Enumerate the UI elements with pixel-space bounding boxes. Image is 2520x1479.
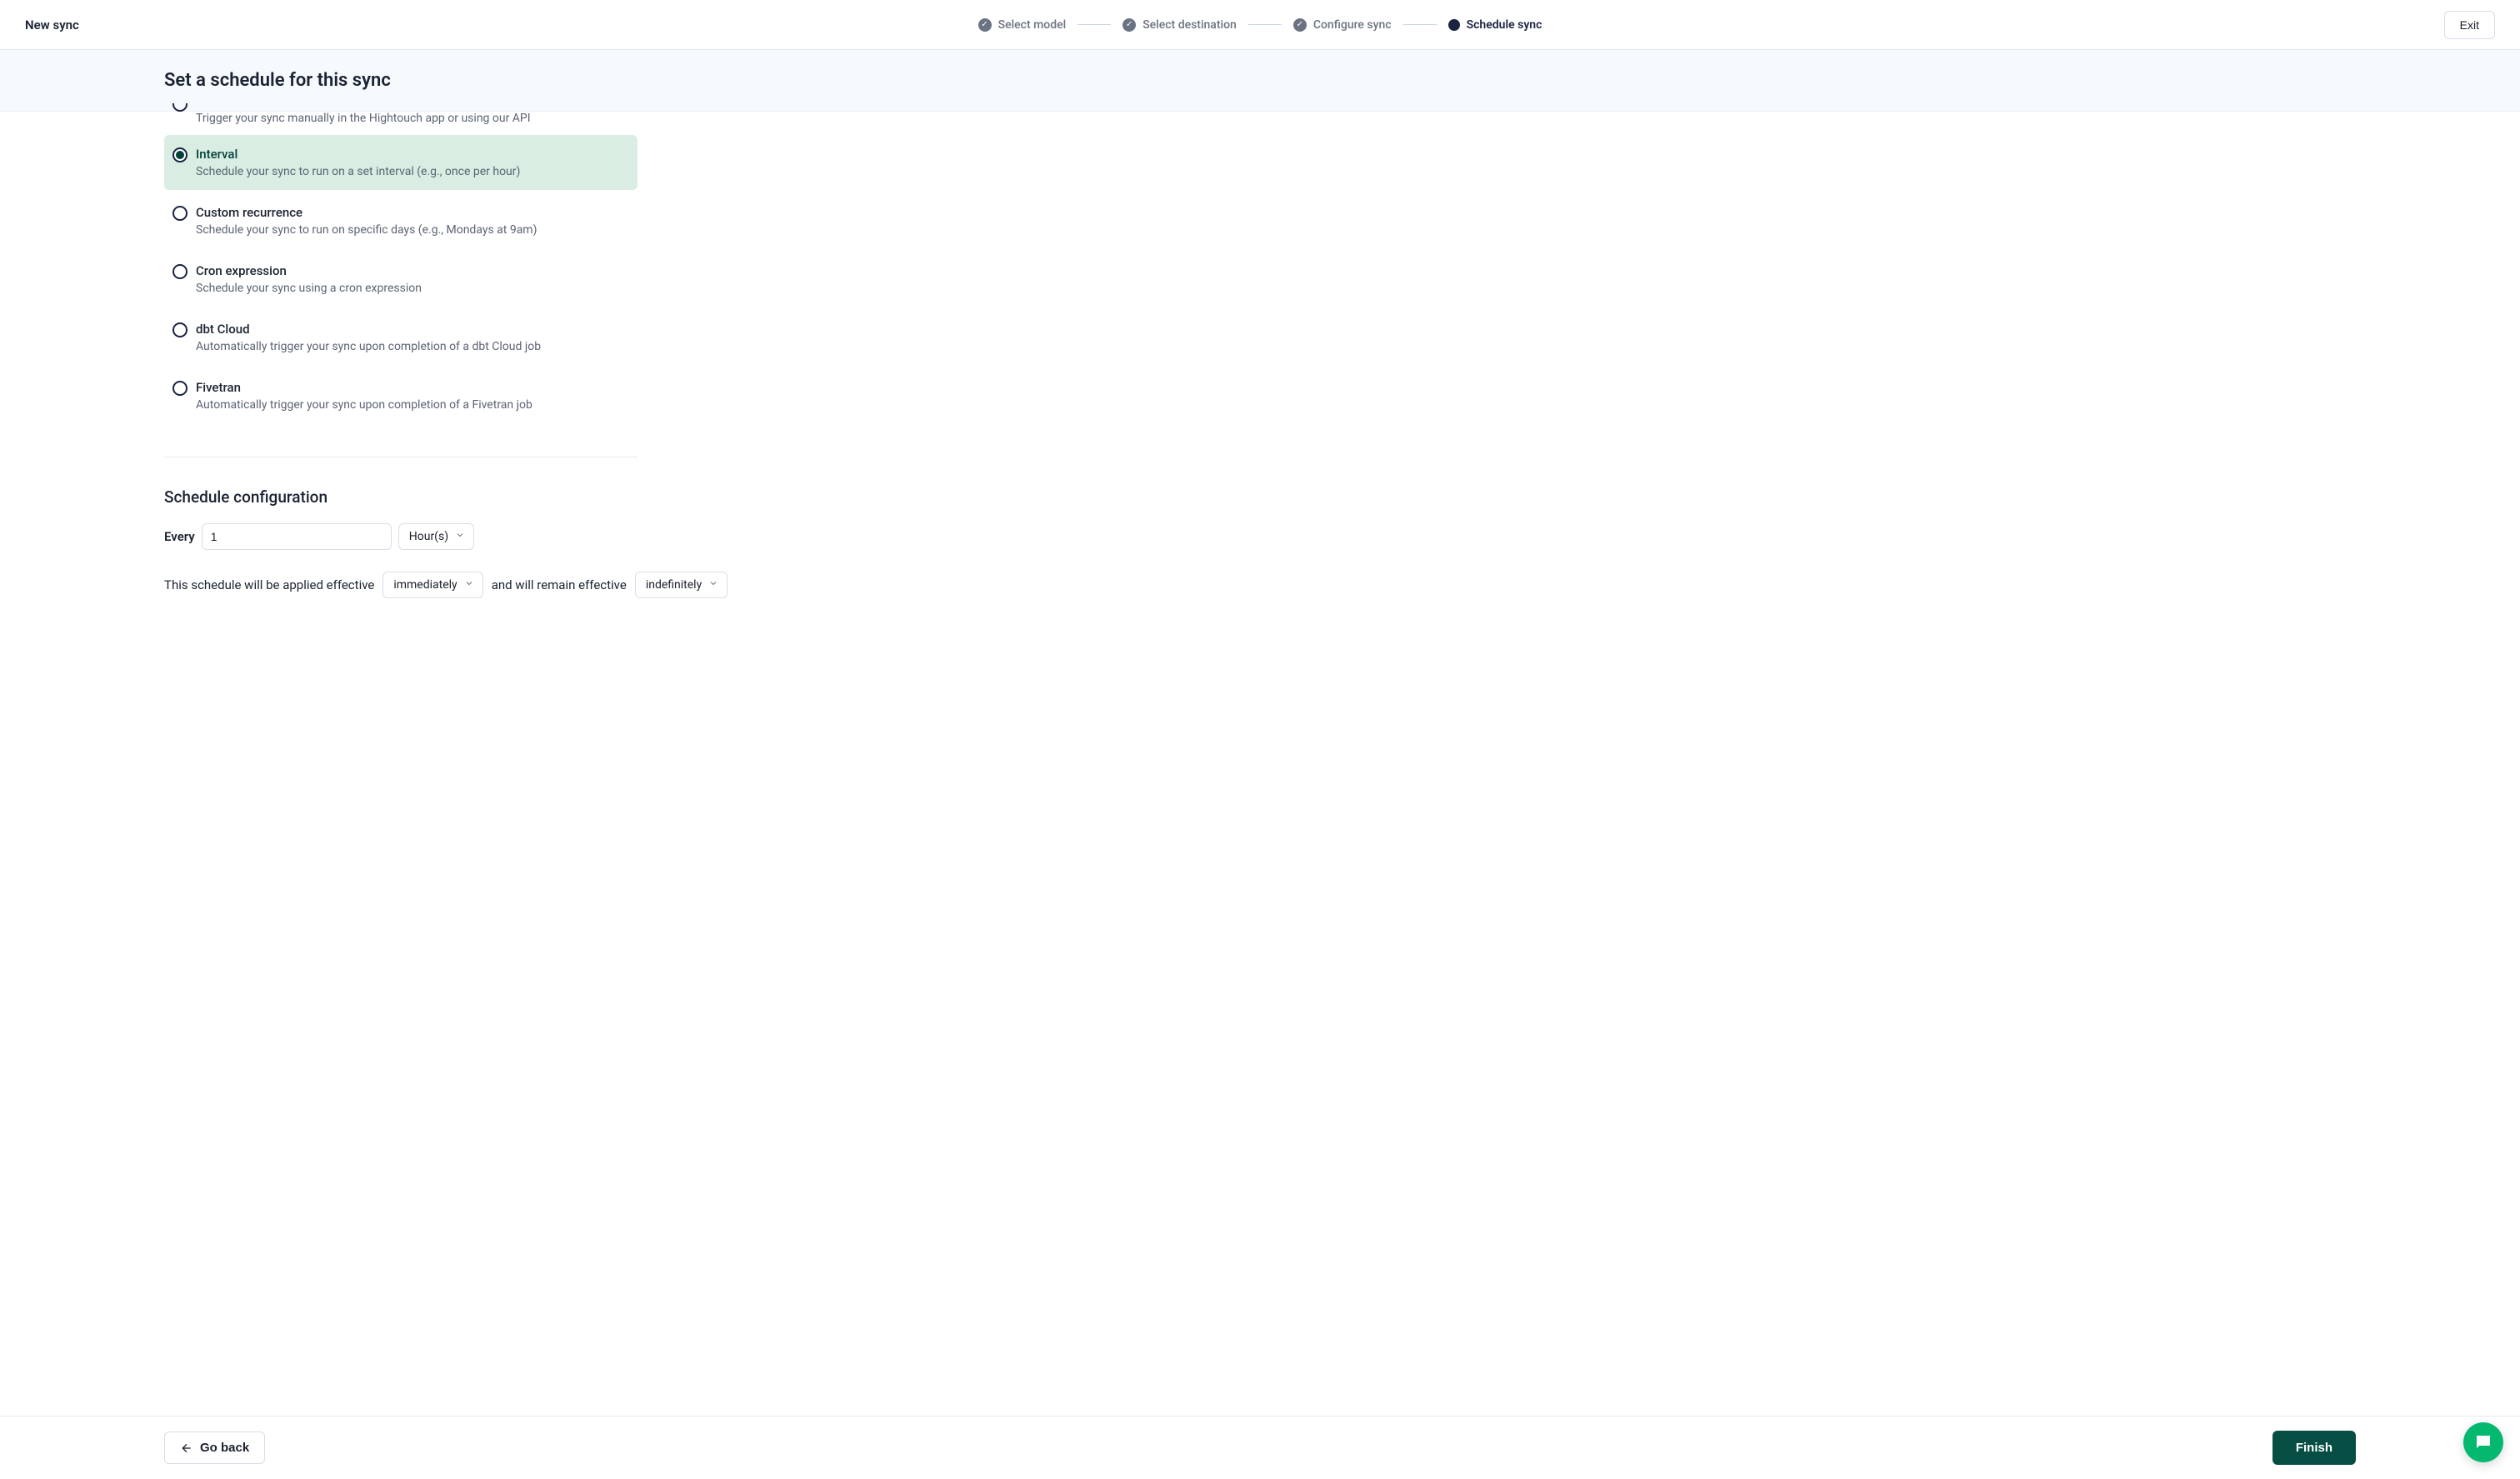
header-bar: New sync ✓ Select model ✓ Select destina… <box>0 0 2520 50</box>
schedule-type-options: Trigger your sync manually in the Highto… <box>164 112 638 423</box>
radio-icon <box>172 147 188 162</box>
chevron-down-icon <box>708 578 718 592</box>
schedule-option-custom-recurrence[interactable]: Custom recurrence Schedule your sync to … <box>164 193 638 248</box>
step-label: Select destination <box>1142 18 1237 32</box>
sentence-text: This schedule will be applied effective <box>164 577 374 592</box>
option-desc: Trigger your sync manually in the Highto… <box>196 112 629 125</box>
step-select-model: ✓ Select model <box>978 18 1067 32</box>
footer-bar: Go back Finish <box>0 1416 2520 1479</box>
effective-end-select[interactable]: indefinitely <box>635 572 728 598</box>
go-back-button[interactable]: Go back <box>164 1432 265 1464</box>
option-desc: Automatically trigger your sync upon com… <box>196 340 629 353</box>
check-icon: ✓ <box>1122 18 1136 32</box>
schedule-option-interval[interactable]: Interval Schedule your sync to run on a … <box>164 135 638 190</box>
option-title: dbt Cloud <box>196 322 629 337</box>
check-icon: ✓ <box>978 18 992 32</box>
option-desc: Automatically trigger your sync upon com… <box>196 398 629 412</box>
chat-icon <box>2473 1432 2493 1452</box>
arrow-left-icon <box>180 1442 193 1455</box>
dot-icon <box>1448 19 1460 31</box>
step-connector <box>1248 24 1282 25</box>
select-value: Hour(s) <box>409 530 448 543</box>
interval-unit-select[interactable]: Hour(s) <box>398 523 474 550</box>
page-heading: Set a schedule for this sync <box>164 70 2520 91</box>
sentence-text: and will remain effective <box>492 577 627 592</box>
option-title: Cron expression <box>196 263 629 278</box>
step-label: Schedule sync <box>1467 18 1542 32</box>
schedule-option-cron[interactable]: Cron expression Schedule your sync using… <box>164 252 638 307</box>
option-desc: Schedule your sync to run on a set inter… <box>196 165 629 178</box>
option-title: Interval <box>196 147 629 162</box>
option-desc: Schedule your sync to run on specific da… <box>196 223 629 237</box>
radio-icon <box>172 381 188 396</box>
radio-icon <box>172 322 188 337</box>
page-title: New sync <box>25 17 292 32</box>
go-back-label: Go back <box>200 1441 249 1455</box>
option-desc: Schedule your sync using a cron expressi… <box>196 282 629 295</box>
step-connector <box>1403 24 1437 25</box>
step-select-destination: ✓ Select destination <box>1122 18 1237 32</box>
step-connector <box>1078 24 1111 25</box>
schedule-option-fivetran[interactable]: Fivetran Automatically trigger your sync… <box>164 368 638 423</box>
option-title: Fivetran <box>196 380 629 395</box>
step-configure-sync: ✓ Configure sync <box>1293 18 1392 32</box>
step-label: Select model <box>998 18 1067 32</box>
radio-icon <box>172 264 188 279</box>
schedule-option-dbt-cloud[interactable]: dbt Cloud Automatically trigger your syn… <box>164 310 638 365</box>
select-value: immediately <box>393 578 457 592</box>
option-title: Custom recurrence <box>196 205 629 220</box>
chevron-down-icon <box>455 530 465 543</box>
wizard-steps: ✓ Select model ✓ Select destination ✓ Co… <box>292 18 2228 32</box>
every-label: Every <box>164 529 195 544</box>
effective-row: This schedule will be applied effective … <box>164 572 2520 598</box>
effective-start-select[interactable]: immediately <box>382 572 482 598</box>
finish-button[interactable]: Finish <box>2272 1431 2356 1465</box>
interval-quantity-input[interactable] <box>202 523 392 550</box>
chevron-down-icon <box>464 578 474 592</box>
select-value: indefinitely <box>646 578 702 592</box>
step-schedule-sync: Schedule sync <box>1448 18 1542 32</box>
chat-widget-button[interactable] <box>2463 1422 2503 1462</box>
config-section-title: Schedule configuration <box>164 487 2520 507</box>
subheader: Set a schedule for this sync <box>0 50 2520 112</box>
interval-row: Every Hour(s) <box>164 523 2520 550</box>
exit-button[interactable]: Exit <box>2444 11 2495 39</box>
check-icon: ✓ <box>1293 18 1307 32</box>
step-label: Configure sync <box>1313 18 1392 32</box>
radio-icon <box>172 206 188 221</box>
schedule-option-manual-partial[interactable]: Trigger your sync manually in the Highto… <box>164 112 638 135</box>
